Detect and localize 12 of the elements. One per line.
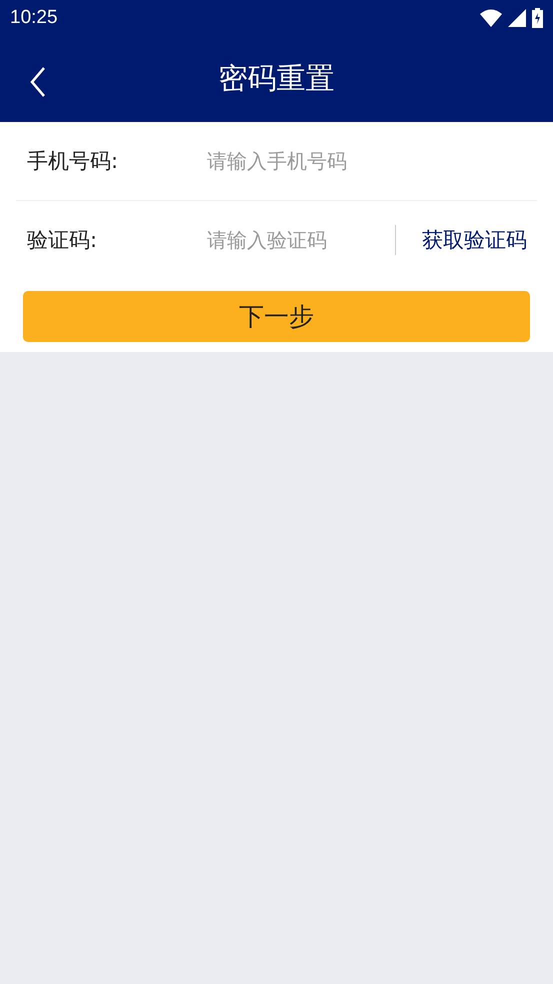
input-field[interactable]: 请输入验证码 <box>207 228 395 252</box>
battery-icon <box>532 8 543 28</box>
page-title: 密码重置 <box>218 60 334 97</box>
field-label: 手机号码: <box>26 148 120 175</box>
signal-icon <box>508 9 526 27</box>
status-time: 10:25 <box>10 7 58 29</box>
input-field[interactable]: 请输入手机号码 <box>207 149 537 173</box>
get-code-button[interactable]: 获取验证码 <box>396 226 537 254</box>
back-icon <box>30 66 46 98</box>
wifi-icon <box>480 9 502 27</box>
next-button[interactable]: 下一步 <box>23 291 530 342</box>
field-label: 验证码: <box>26 227 98 254</box>
